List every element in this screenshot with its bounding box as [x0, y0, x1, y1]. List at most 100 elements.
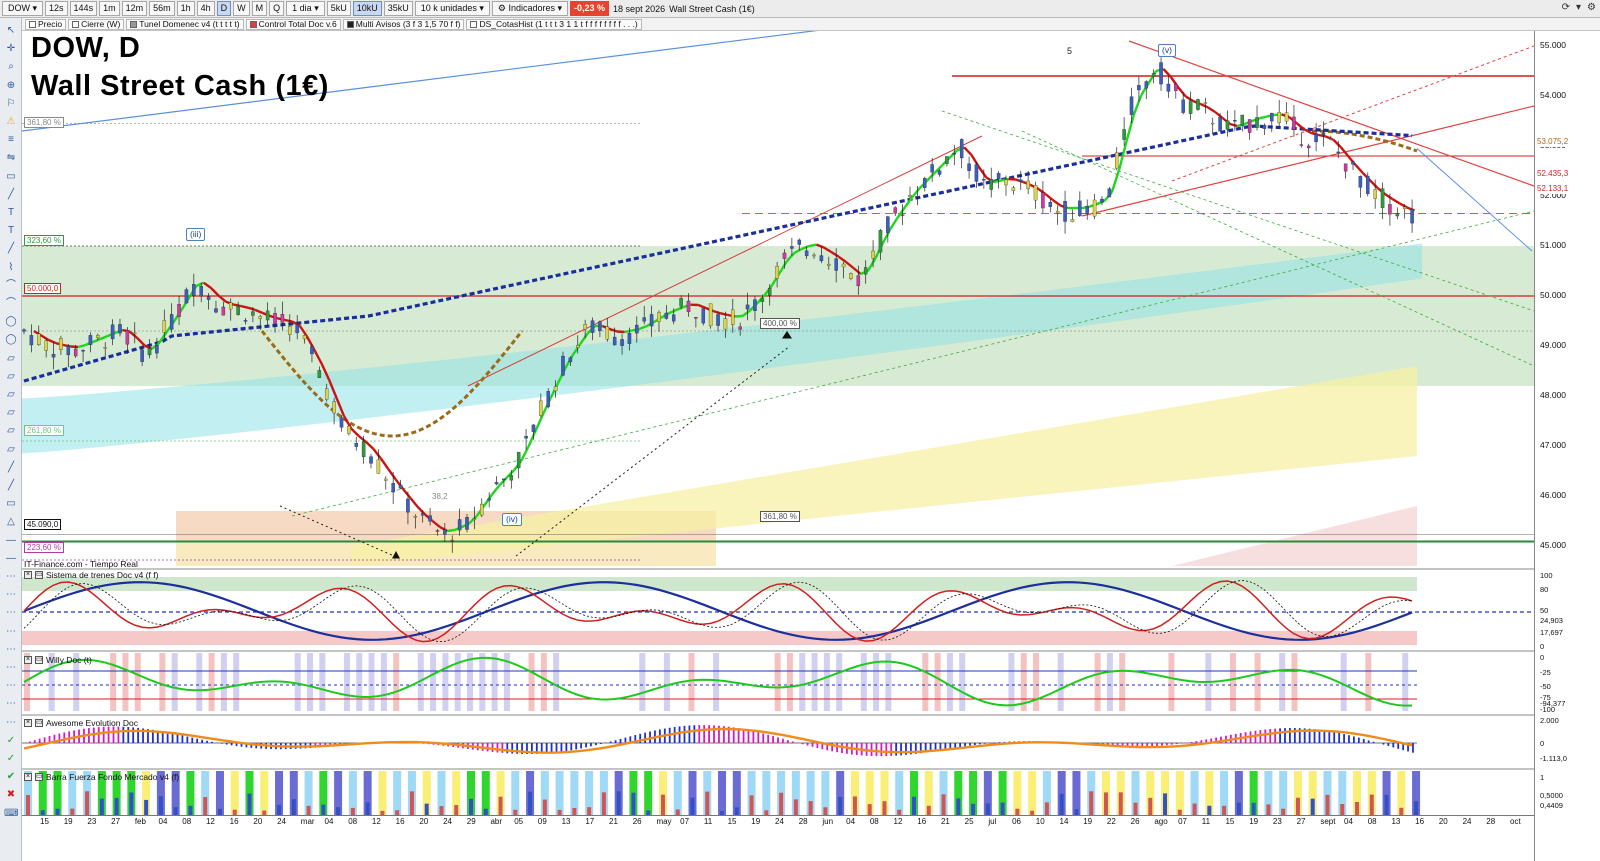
trendline-icon[interactable]: ╱ — [4, 242, 18, 255]
interval-button-3[interactable]: 12m — [121, 1, 148, 16]
willy-bar — [196, 653, 203, 711]
indicator-tab-0[interactable]: Precio — [25, 18, 67, 30]
indicator-tab-4[interactable]: Multi Avisos (3 f 3 1,5 70 f f) — [342, 18, 465, 30]
pattern-icon[interactable]: ⋯ — [4, 716, 18, 729]
indicator-tab-2[interactable]: Tunel Domenec v4 (t t t t t) — [126, 18, 244, 30]
panel-title[interactable]: × ▭ Awesome Evolution Doc — [24, 718, 138, 728]
circle-icon[interactable]: ◯ — [4, 315, 18, 328]
indicator-tab-3[interactable]: Control Total Doc v.6 — [245, 18, 341, 30]
interval-button-9[interactable]: M — [251, 1, 268, 16]
candle-body — [494, 482, 499, 485]
pattern-icon[interactable]: ⋯ — [4, 697, 18, 710]
add-icon[interactable]: ⊕ — [4, 79, 18, 92]
ray-icon[interactable]: ╱ — [4, 479, 18, 492]
period-selector[interactable]: 1 dia ▾ — [286, 1, 325, 16]
panel-expand-icon[interactable]: ▭ — [35, 571, 43, 579]
indicator-tab-5[interactable]: DS_CotasHist (1 t t t 3 1 1 t f f f f f … — [466, 18, 642, 30]
pattern-icon[interactable]: ⋯ — [4, 606, 18, 619]
panel-title[interactable]: × ▭ Sistema de trenes Doc v4 (f f) — [24, 570, 158, 580]
shape-icon[interactable]: ▱ — [4, 424, 18, 437]
candle-body — [612, 336, 617, 346]
force-bar — [1192, 803, 1197, 815]
interval-button-7[interactable]: D — [216, 1, 232, 16]
rectangle-icon[interactable]: ▭ — [4, 170, 18, 183]
interval-button-8[interactable]: W — [233, 1, 250, 16]
indicator-tab-label: DS_CotasHist (1 t t t 3 1 1 t f f f f f … — [479, 18, 638, 29]
panel-expand-icon[interactable]: ▭ — [35, 656, 43, 664]
candle-body — [133, 332, 137, 335]
unit-button-1[interactable]: 10kU — [352, 1, 382, 16]
pattern-icon[interactable]: ⋯ — [4, 661, 18, 674]
pattern-icon[interactable]: ⋯ — [4, 643, 18, 656]
box-icon[interactable]: ▭ — [4, 497, 18, 510]
contract-size-selector[interactable]: 10 k unidades ▾ — [414, 1, 490, 16]
shape-icon[interactable]: ▱ — [4, 406, 18, 419]
hline-icon[interactable]: — — [4, 534, 18, 547]
check-icon[interactable]: ✓ — [4, 752, 18, 765]
symbol-selector[interactable]: DOW ▾ — [2, 1, 44, 16]
interval-button-2[interactable]: 1m — [99, 1, 120, 16]
minimize-icon[interactable]: ▾ — [1576, 2, 1581, 13]
ellipse-icon[interactable]: ◯ — [4, 333, 18, 346]
shape-icon[interactable]: ▱ — [4, 443, 18, 456]
delete-icon[interactable]: ✖ — [4, 788, 18, 801]
flag-icon[interactable]: ⚐ — [4, 97, 18, 110]
panel-close-icon[interactable]: × — [24, 773, 32, 781]
interval-button-1[interactable]: 144s — [69, 1, 98, 16]
arc-icon[interactable]: ⌒ — [4, 279, 18, 292]
cursor-icon[interactable]: ↖ — [4, 24, 18, 37]
shape-icon[interactable]: ▱ — [4, 352, 18, 365]
keyboard-icon[interactable]: ⌨ — [4, 807, 18, 820]
crosshair-icon[interactable]: ✛ — [4, 42, 18, 55]
hline-icon[interactable]: — — [4, 552, 18, 565]
settings-icon[interactable]: ⚙ — [1587, 2, 1596, 13]
unit-button-0[interactable]: 5kU — [326, 1, 351, 16]
interval-button-5[interactable]: 1h — [176, 1, 195, 16]
line-icon[interactable]: ╱ — [4, 188, 18, 201]
panel-expand-icon[interactable]: ▭ — [35, 773, 43, 781]
zoom-icon[interactable]: ⌕ — [4, 60, 18, 73]
pattern-icon[interactable]: ⋯ — [4, 570, 18, 583]
indicator-tab-1[interactable]: Cierre (W) — [68, 18, 125, 30]
pattern-icon[interactable]: ⋯ — [4, 625, 18, 638]
panel-close-icon[interactable]: × — [24, 571, 32, 579]
panel-expand-icon[interactable]: ▭ — [35, 719, 43, 727]
date-label: 26 — [1130, 817, 1140, 826]
pattern-icon[interactable]: ⋯ — [4, 588, 18, 601]
swap-icon[interactable]: ⇋ — [4, 151, 18, 164]
force-bar — [912, 796, 917, 815]
refresh-icon[interactable]: ⟳ — [1562, 2, 1570, 13]
awesome-bar — [570, 743, 573, 751]
text-icon[interactable]: T — [4, 206, 18, 219]
panel-title[interactable]: × ▭ Barra Fuerza Fondo Mercado v4 (f) — [24, 772, 179, 782]
warning-icon[interactable]: ⚠ — [4, 115, 18, 128]
interval-button-6[interactable]: 4h — [196, 1, 215, 16]
interval-button-4[interactable]: 56m — [149, 1, 175, 16]
ray-icon[interactable]: ╱ — [4, 461, 18, 474]
label-icon[interactable]: T — [4, 224, 18, 237]
candle-body — [295, 324, 299, 334]
awesome-bar — [501, 743, 504, 753]
shape-icon[interactable]: ▱ — [4, 370, 18, 383]
willy-bar — [823, 653, 830, 711]
confirm-icon[interactable]: ✔ — [4, 770, 18, 783]
triangle-icon[interactable]: △ — [4, 515, 18, 528]
panel-close-icon[interactable]: × — [24, 719, 32, 727]
channel-icon[interactable]: ⌇ — [4, 261, 18, 274]
panel-close-icon[interactable]: × — [24, 656, 32, 664]
interval-button-10[interactable]: Q — [269, 1, 285, 16]
panel-title[interactable]: × ▭ Willy Doc (t) — [24, 655, 92, 665]
indicators-button[interactable]: ⚙ Indicadores ▾ — [491, 1, 569, 16]
candle-body — [1070, 219, 1075, 223]
price-chart[interactable] — [22, 31, 1534, 815]
force-background — [895, 771, 904, 815]
unit-button-2[interactable]: 35kU — [383, 1, 413, 16]
date-label: 07 — [680, 817, 690, 826]
lines-icon[interactable]: ≡ — [4, 133, 18, 146]
pattern-icon[interactable]: ⋯ — [4, 679, 18, 692]
check-icon[interactable]: ✓ — [4, 734, 18, 747]
interval-button-0[interactable]: 12s — [45, 1, 68, 16]
shape-icon[interactable]: ▱ — [4, 388, 18, 401]
curve-icon[interactable]: ⌒ — [4, 297, 18, 310]
awesome-bar — [225, 743, 228, 745]
